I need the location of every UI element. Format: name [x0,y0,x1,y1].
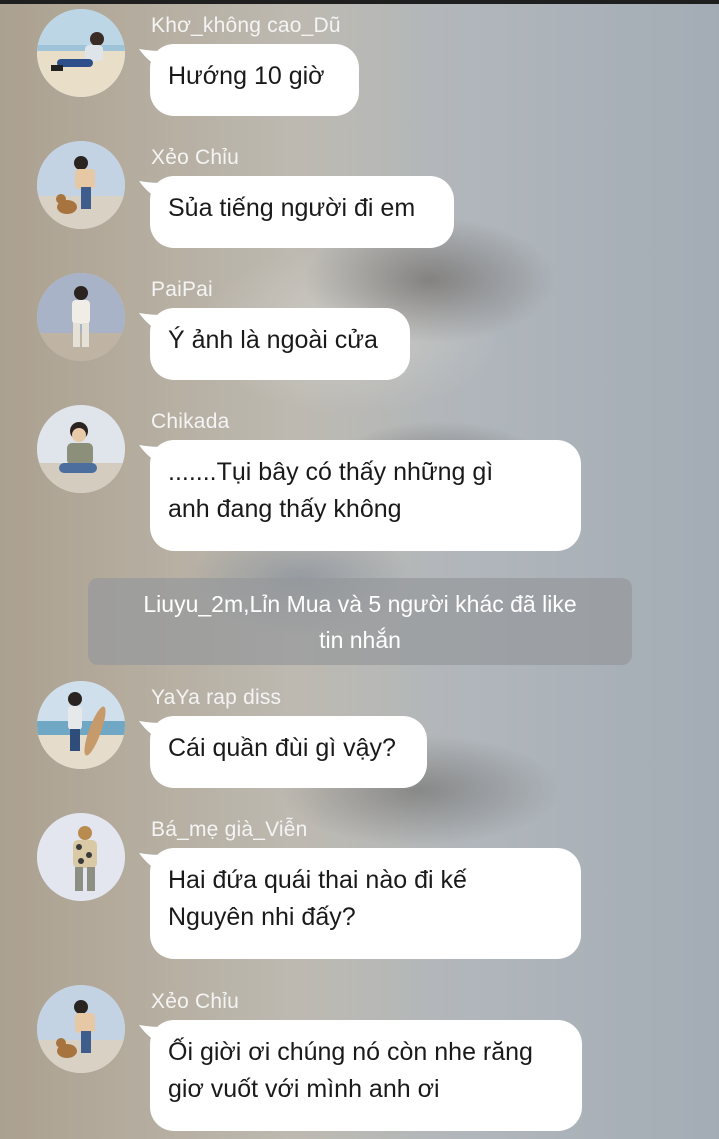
dog-walker-avatar-icon [37,141,125,229]
message-bubble[interactable]: Hướng 10 giờ [150,44,359,116]
reaction-notice-line: tin nhắn [319,627,401,653]
sender-name: Xẻo Chỉu [151,990,239,1013]
avatar[interactable] [37,985,125,1073]
message-bubble[interactable]: Ối giời ơi chúng nó còn nhe răng giơ vuố… [150,1020,582,1131]
sender-name: PaiPai [151,278,213,301]
message-text: Cái quần đùi gì vậy? [168,734,396,762]
dog-walker-avatar-icon [37,985,125,1073]
sender-name: Khơ_không cao_Dũ [151,14,341,37]
message-bubble[interactable]: Hai đứa quái thai nào đi kế Nguyên nhi đ… [150,848,581,959]
top-edge-bar [0,0,719,4]
avatar[interactable] [37,405,125,493]
message-text: giơ vuốt với mình anh ơi [168,1075,440,1103]
sender-name: YaYa rap diss [151,686,282,709]
message-text: Hướng 10 giờ [168,62,325,90]
standing-boy-avatar-icon [37,273,125,361]
reaction-notice-line: Liuyu_2m,Lỉn Mua và 5 người khác đã like [143,591,577,617]
avatar[interactable] [37,273,125,361]
surfboard-avatar-icon [37,681,125,769]
avatar[interactable] [37,681,125,769]
message-bubble[interactable]: Cái quần đùi gì vậy? [150,716,427,788]
avatar[interactable] [37,813,125,901]
message-text: Hai đứa quái thai nào đi kế [168,866,467,894]
beach-sitting-avatar-icon [37,9,125,97]
message-bubble[interactable]: .......Tụi bây có thấy những gì anh đang… [150,440,581,551]
message-bubble[interactable]: Ý ảnh là ngoài cửa [150,308,410,380]
reaction-notice[interactable]: Liuyu_2m,Lỉn Mua và 5 người khác đã like… [88,578,632,665]
message-text: Ý ảnh là ngoài cửa [168,326,378,354]
smiling-sitting-avatar-icon [37,405,125,493]
message-bubble[interactable]: Sủa tiếng người đi em [150,176,454,248]
message-text: Sủa tiếng người đi em [168,194,416,222]
avatar[interactable] [37,9,125,97]
message-text: anh đang thấy không [168,495,402,523]
sender-name: Xẻo Chỉu [151,146,239,169]
message-text: Nguyên nhi đấy? [168,903,356,931]
message-text: .......Tụi bây có thấy những gì [168,458,494,486]
floral-shirt-avatar-icon [37,813,125,901]
message-text: Ối giời ơi chúng nó còn nhe răng [168,1038,533,1066]
avatar[interactable] [37,141,125,229]
sender-name: Bá_mẹ già_Viễn [151,818,308,841]
sender-name: Chikada [151,410,230,433]
